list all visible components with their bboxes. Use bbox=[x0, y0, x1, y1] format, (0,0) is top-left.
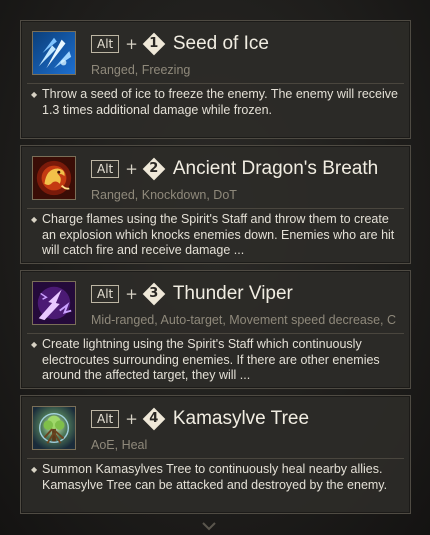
alt-key: Alt bbox=[91, 35, 120, 53]
dragon-fire-icon bbox=[32, 156, 76, 200]
skill-name: Thunder Viper bbox=[172, 283, 293, 304]
chevron-down-icon[interactable] bbox=[202, 516, 216, 531]
hotkey-combo: Alt + 2 Ancient Dragon's Breath bbox=[91, 156, 378, 182]
lightning-viper-icon bbox=[32, 281, 76, 325]
skill-description-text: Create lightning using the Spirit's Staf… bbox=[42, 337, 380, 382]
number-badge: 4 bbox=[142, 407, 166, 431]
hotkey-combo: Alt + 1 Seed of Ice bbox=[91, 31, 269, 57]
number-badge: 1 bbox=[142, 32, 166, 56]
skill-card-header: Alt + 3 Thunder Viper Mid-ranged, Auto-t… bbox=[21, 271, 410, 341]
skill-card-kamasylve-tree[interactable]: Alt + 4 Kamasylve Tree AoE, Heal ◆ Summo… bbox=[20, 395, 411, 514]
skill-name: Ancient Dragon's Breath bbox=[172, 158, 379, 179]
divider bbox=[27, 458, 404, 459]
number-badge: 3 bbox=[142, 282, 166, 306]
skill-description-text: Throw a seed of ice to freeze the enemy.… bbox=[42, 87, 398, 117]
skill-number: 2 bbox=[149, 161, 159, 176]
skill-tags: Ranged, Freezing bbox=[91, 63, 191, 77]
skill-description: ◆ Create lightning using the Spirit's St… bbox=[31, 337, 402, 384]
alt-key: Alt bbox=[91, 285, 120, 303]
alt-key: Alt bbox=[91, 160, 120, 178]
skill-description-text: Summon Kamasylves Tree to continuously h… bbox=[42, 462, 388, 492]
bullet-icon: ◆ bbox=[31, 215, 38, 224]
number-badge: 2 bbox=[142, 157, 166, 181]
skill-number: 4 bbox=[149, 411, 159, 426]
skill-description: ◆ Throw a seed of ice to freeze the enem… bbox=[31, 87, 402, 118]
skill-card-header: Alt + 2 Ancient Dragon's Breath Ranged, … bbox=[21, 146, 410, 216]
skill-name: Seed of Ice bbox=[172, 33, 269, 54]
skill-card-ancient-dragons-breath[interactable]: Alt + 2 Ancient Dragon's Breath Ranged, … bbox=[20, 145, 411, 264]
divider bbox=[27, 83, 404, 84]
plus-sign: + bbox=[125, 35, 138, 53]
skill-description: ◆ Charge flames using the Spirit's Staff… bbox=[31, 212, 402, 259]
skill-description-text: Charge flames using the Spirit's Staff a… bbox=[42, 212, 395, 257]
tree-heal-icon bbox=[32, 406, 76, 450]
hotkey-combo: Alt + 3 Thunder Viper bbox=[91, 281, 293, 307]
hotkey-combo: Alt + 4 Kamasylve Tree bbox=[91, 406, 309, 432]
skill-card-header: Alt + 1 Seed of Ice Ranged, Freezing bbox=[21, 21, 410, 91]
divider bbox=[27, 208, 404, 209]
skill-tags: AoE, Heal bbox=[91, 438, 148, 452]
divider bbox=[27, 333, 404, 334]
bullet-icon: ◆ bbox=[31, 465, 38, 474]
ice-shard-icon bbox=[32, 31, 76, 75]
bullet-icon: ◆ bbox=[31, 340, 38, 349]
skill-tags: Ranged, Knockdown, DoT bbox=[91, 188, 237, 202]
bullet-icon: ◆ bbox=[31, 90, 38, 99]
skill-description: ◆ Summon Kamasylves Tree to continuously… bbox=[31, 462, 402, 493]
skill-tags: Mid-ranged, Auto-target, Movement speed … bbox=[91, 313, 397, 327]
skill-number: 1 bbox=[149, 36, 159, 51]
alt-key: Alt bbox=[91, 410, 120, 428]
skill-name: Kamasylve Tree bbox=[172, 408, 310, 429]
skill-number: 3 bbox=[149, 286, 159, 301]
plus-sign: + bbox=[125, 285, 138, 303]
skill-card-thunder-viper[interactable]: Alt + 3 Thunder Viper Mid-ranged, Auto-t… bbox=[20, 270, 411, 389]
skill-card-header: Alt + 4 Kamasylve Tree AoE, Heal bbox=[21, 396, 410, 466]
plus-sign: + bbox=[125, 410, 138, 428]
plus-sign: + bbox=[125, 160, 138, 178]
skill-card-seed-of-ice[interactable]: Alt + 1 Seed of Ice Ranged, Freezing ◆ T… bbox=[20, 20, 411, 139]
